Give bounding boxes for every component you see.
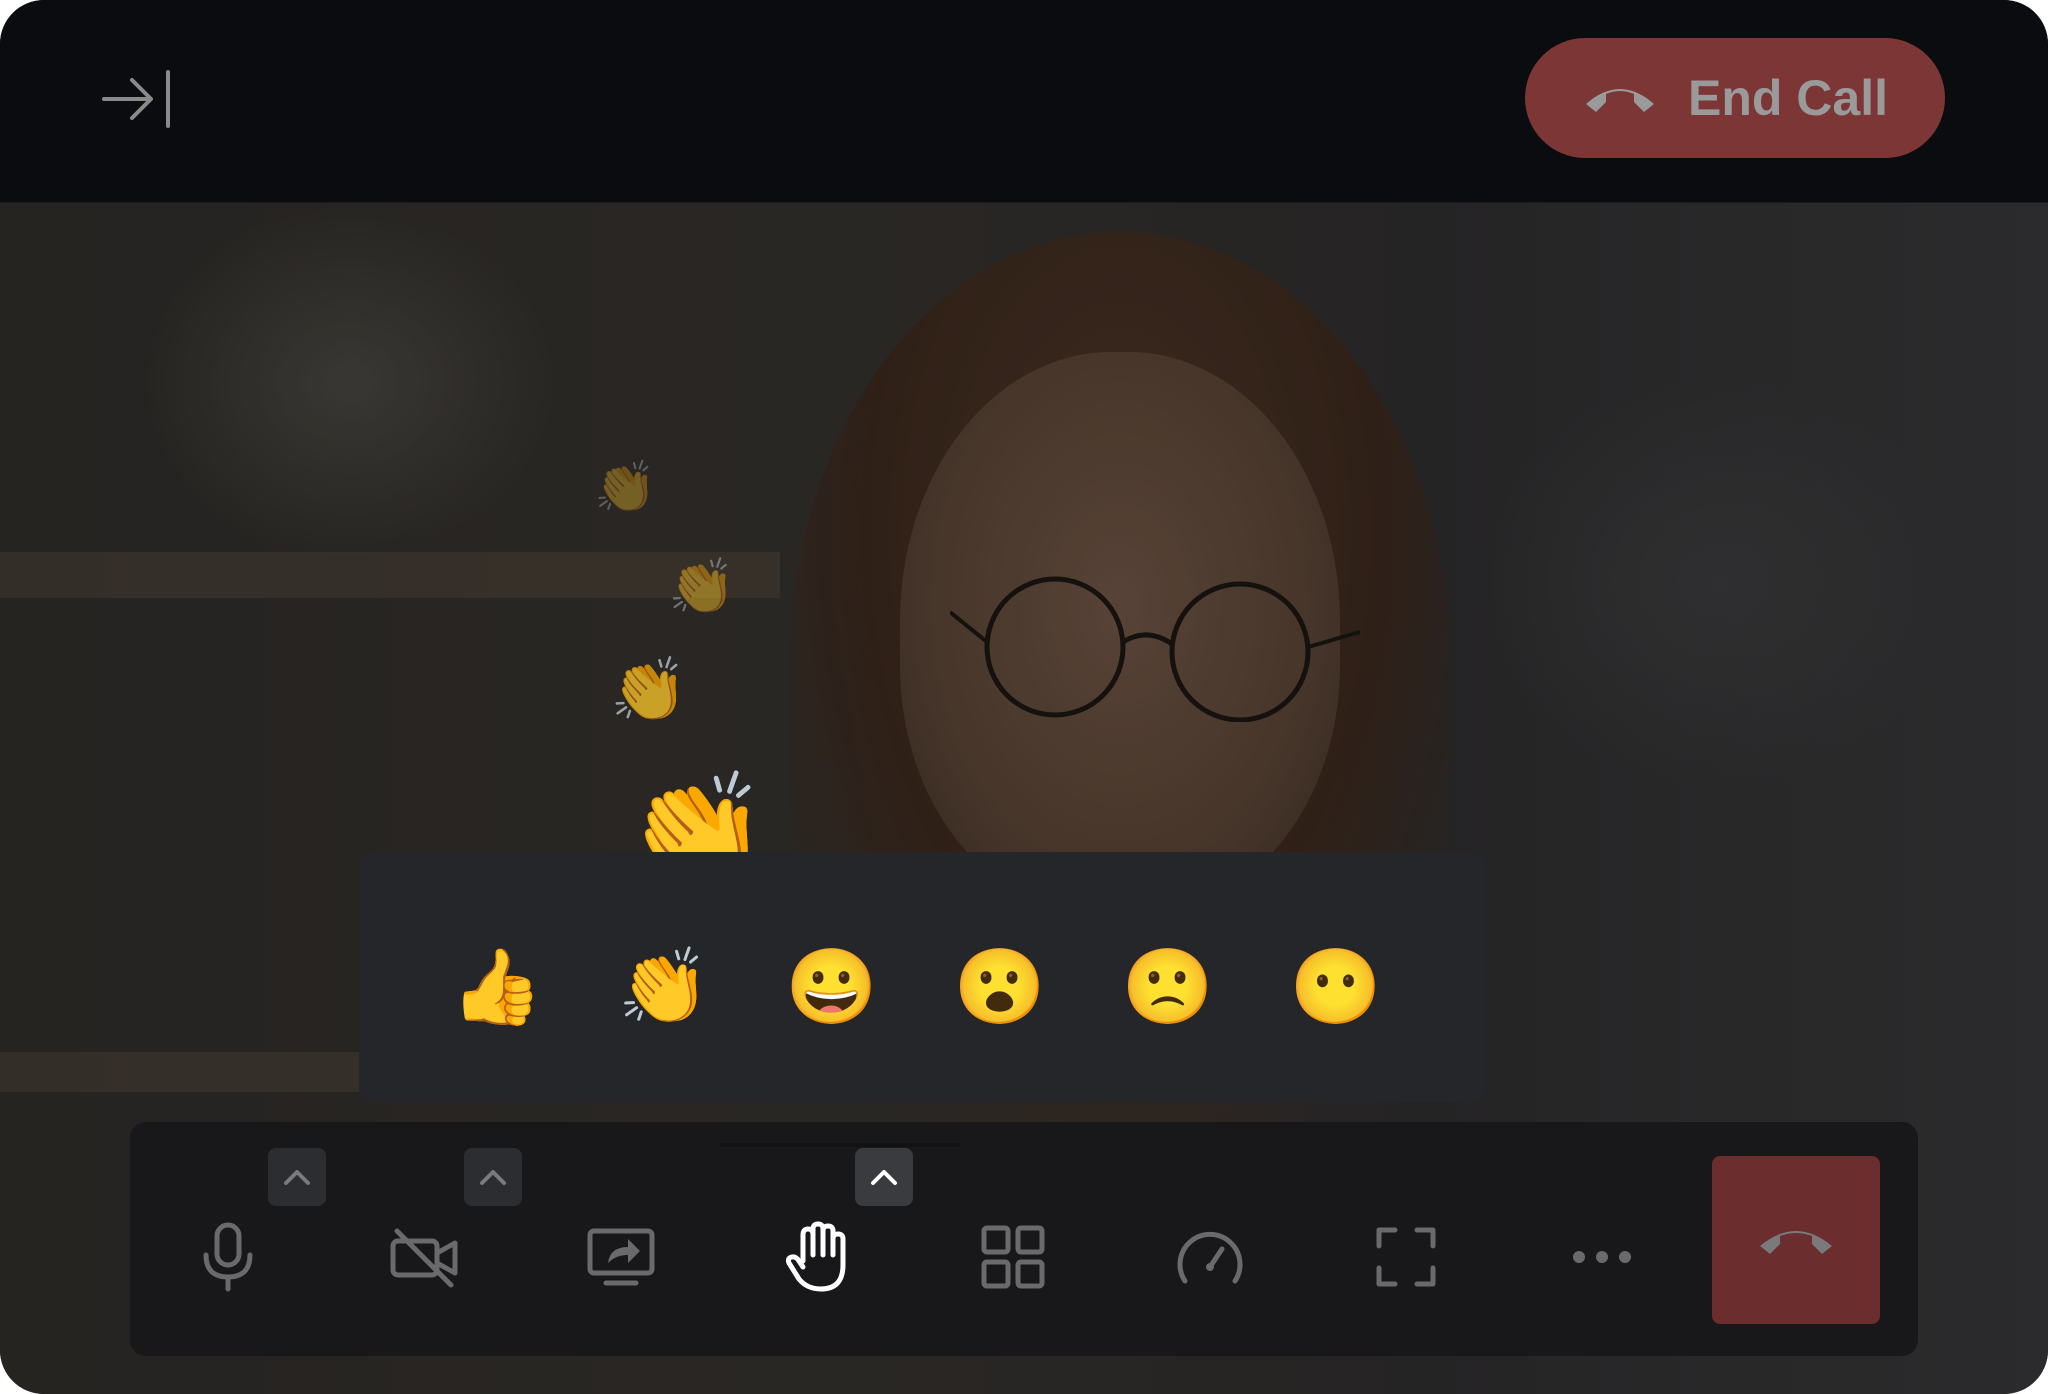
microphone-icon bbox=[203, 1222, 253, 1292]
layout-button[interactable] bbox=[968, 1212, 1058, 1302]
floating-clap-emoji: 👏 bbox=[594, 459, 657, 515]
phone-hangup-icon bbox=[1760, 1231, 1832, 1254]
fullscreen-button[interactable] bbox=[1361, 1212, 1451, 1302]
arrow-right-bar-icon bbox=[102, 70, 170, 128]
chevron-up-icon bbox=[480, 1170, 506, 1185]
chevron-up-icon bbox=[871, 1170, 897, 1185]
toolbar-hover-indicator bbox=[720, 1143, 960, 1147]
call-toolbar bbox=[130, 1122, 1918, 1356]
phone-hangup-icon bbox=[1585, 89, 1654, 112]
camera-off-icon bbox=[390, 1228, 458, 1288]
audio-options-button[interactable] bbox=[268, 1148, 326, 1206]
fullscreen-icon bbox=[1376, 1227, 1436, 1287]
top-bar: End Call bbox=[0, 0, 2048, 203]
screen-share-icon bbox=[587, 1228, 655, 1286]
more-options-icon bbox=[1573, 1251, 1631, 1263]
floating-clap-emoji: 👏 bbox=[610, 656, 688, 725]
grid-layout-icon bbox=[981, 1225, 1045, 1289]
reaction-picker: 👍 👏 😀 😮 🙁 😶 bbox=[359, 852, 1485, 1102]
reaction-thumbs-up[interactable]: 👍 bbox=[447, 937, 547, 1037]
reaction-frowning-face[interactable]: 🙁 bbox=[1118, 937, 1218, 1037]
end-call-label: End Call bbox=[1687, 70, 1889, 126]
screen-share-button[interactable] bbox=[576, 1212, 666, 1302]
reaction-clapping-hands[interactable]: 👏 bbox=[614, 937, 714, 1037]
microphone-button[interactable] bbox=[183, 1212, 273, 1302]
reactions-options-button[interactable] bbox=[855, 1148, 913, 1206]
reaction-surprised-face[interactable]: 😮 bbox=[950, 937, 1050, 1037]
expand-sidebar-button[interactable] bbox=[96, 66, 176, 132]
chevron-up-icon bbox=[284, 1170, 310, 1185]
more-options-button[interactable] bbox=[1557, 1212, 1647, 1302]
connection-stats-button[interactable] bbox=[1165, 1212, 1255, 1302]
floating-clap-emoji: 👏 bbox=[668, 557, 736, 617]
stats-gauge-icon bbox=[1177, 1231, 1243, 1284]
raise-hand-icon bbox=[785, 1221, 846, 1292]
video-call-window: 👏 👏 👏 👏 End Call 👍 👏 😀 😮 🙁 😶 bbox=[0, 0, 2048, 1394]
video-options-button[interactable] bbox=[464, 1148, 522, 1206]
end-call-button[interactable]: End Call bbox=[1525, 38, 1945, 158]
reaction-face-without-mouth[interactable]: 😶 bbox=[1286, 937, 1386, 1037]
hang-up-button[interactable] bbox=[1712, 1156, 1880, 1324]
camera-toggle-button[interactable] bbox=[380, 1212, 470, 1302]
raise-hand-button[interactable] bbox=[772, 1212, 862, 1302]
reaction-grinning-face[interactable]: 😀 bbox=[782, 937, 882, 1037]
